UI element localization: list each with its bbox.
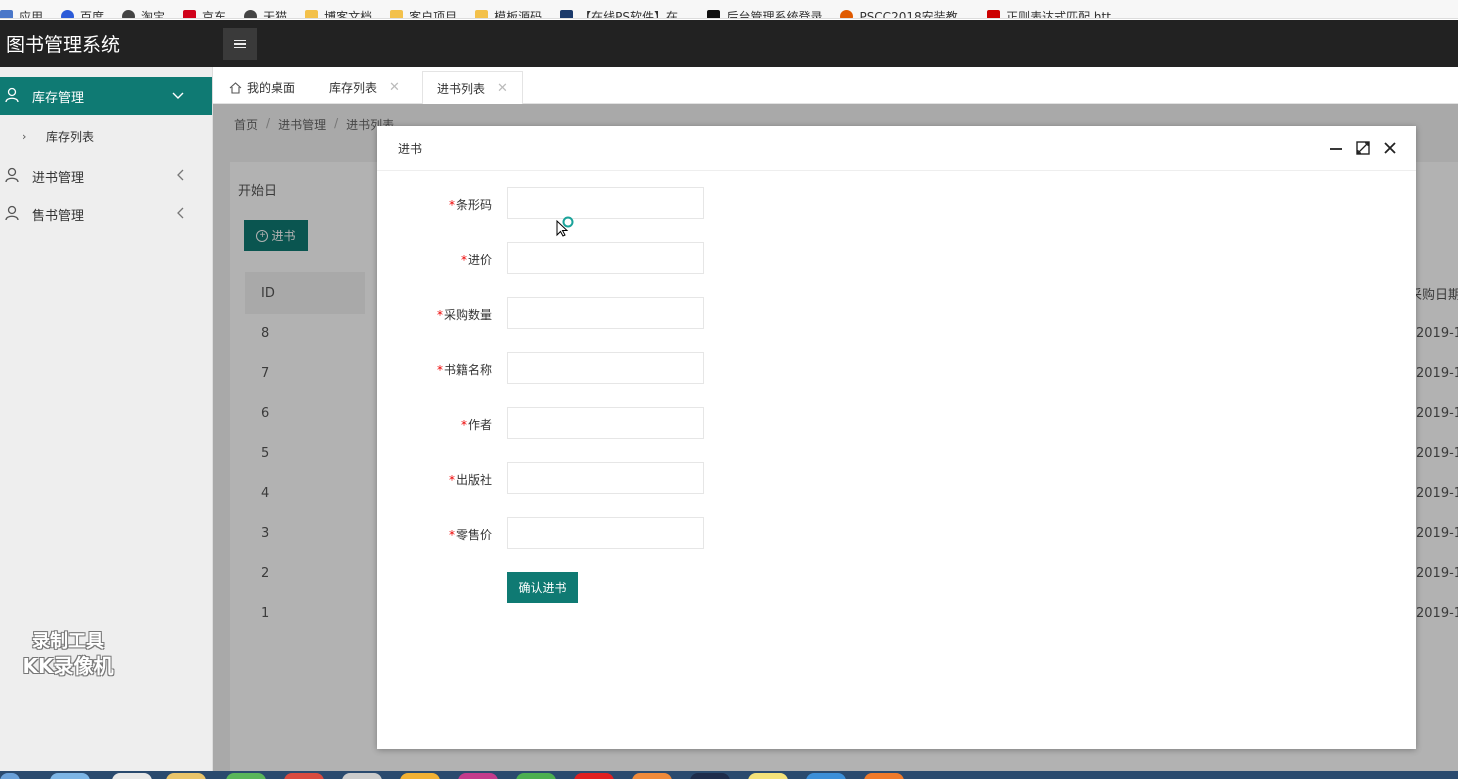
- jd-icon: [183, 10, 197, 18]
- publisher-label: *出版社: [448, 473, 492, 487]
- close-icon[interactable]: ✕: [389, 80, 400, 95]
- recorder-watermark: 录制工具 KK录像机: [22, 631, 114, 678]
- chevron-right-icon: ›: [22, 129, 27, 143]
- bookmark-taobao[interactable]: 淘宝: [122, 8, 165, 18]
- user-icon: [5, 205, 19, 221]
- folder-icon: [475, 10, 489, 18]
- bookmark-ps[interactable]: 【在线PS软件】在...: [560, 8, 689, 18]
- quantity-input[interactable]: [507, 297, 704, 329]
- barcode-input[interactable]: [507, 187, 704, 219]
- publisher-input[interactable]: [507, 462, 704, 494]
- home-icon: [707, 10, 721, 18]
- apps-icon: [0, 10, 13, 18]
- folder-icon: [390, 10, 404, 18]
- bookmark-apps[interactable]: 应用: [0, 8, 43, 18]
- bookmark-tmall[interactable]: 天猫: [244, 8, 287, 18]
- purchase-dialog: 进书 *条形码 *进价 *采购数量 *书籍名称 *作者 *出版社 *零售价 确认…: [377, 126, 1416, 749]
- globe-icon: [244, 10, 258, 18]
- sidebar-item-inventory[interactable]: 库存管理: [0, 77, 212, 115]
- taskbar-app-icon[interactable]: [112, 773, 152, 779]
- retail-price-input[interactable]: [507, 517, 704, 549]
- bookmarks-bar: 应用 百度 淘宝 京东 天猫 博客文档 客户项目 模板源码 【在线PS软件】在.…: [0, 0, 1458, 19]
- chevron-left-icon: [176, 207, 184, 222]
- minimize-icon[interactable]: [1328, 140, 1344, 156]
- taskbar-app-icon[interactable]: [458, 773, 498, 779]
- chevron-down-icon: [172, 89, 184, 103]
- taskbar-app-icon[interactable]: [226, 773, 266, 779]
- start-icon[interactable]: [0, 773, 20, 779]
- home-icon: [229, 81, 242, 94]
- bookmark-pscc[interactable]: PSCC2018安装教...: [840, 8, 969, 18]
- app-header: 图书管理系统: [0, 20, 1458, 67]
- taskbar-app-icon[interactable]: [574, 773, 614, 779]
- taskbar-app-icon[interactable]: [166, 773, 206, 779]
- form-row-publisher: *出版社: [377, 462, 777, 494]
- bookmark-regex[interactable]: 正则表达式匹配 htt...: [987, 8, 1122, 18]
- author-label: *作者: [460, 418, 492, 432]
- bookmark-templates[interactable]: 模板源码: [475, 8, 542, 18]
- bookmark-admin[interactable]: 后台管理系统登录: [707, 8, 822, 18]
- taskbar-app-icon[interactable]: [342, 773, 382, 779]
- purchase-price-label: *进价: [460, 253, 492, 267]
- close-icon[interactable]: ✕: [497, 81, 508, 96]
- sidebar-item-inventory-list[interactable]: › 库存列表: [0, 115, 212, 157]
- tab-bar: 我的桌面 库存列表 ✕ 进书列表 ✕: [213, 67, 1458, 104]
- form-row-quantity: *采购数量: [377, 297, 777, 329]
- sidebar-item-label: 库存列表: [46, 129, 95, 144]
- os-taskbar: [0, 771, 1458, 779]
- taskbar-app-icon[interactable]: [748, 773, 788, 779]
- tab-inventory-list[interactable]: 库存列表 ✕: [329, 71, 400, 104]
- purchase-price-input[interactable]: [507, 242, 704, 274]
- baidu-icon: [61, 10, 75, 18]
- taskbar-app-icon[interactable]: [632, 773, 672, 779]
- sidebar-item-label: 库存管理: [32, 90, 85, 106]
- app-title: 图书管理系统: [6, 34, 121, 56]
- taskbar-app-icon[interactable]: [50, 773, 90, 779]
- bookmark-jd[interactable]: 京东: [183, 8, 226, 18]
- bookmark-clients[interactable]: 客户项目: [390, 8, 457, 18]
- retail-price-label: *零售价: [448, 528, 492, 542]
- sidebar-item-purchase[interactable]: 进书管理: [0, 157, 212, 195]
- sidebar-item-label: 进书管理: [32, 170, 85, 186]
- sidebar-item-label: 售书管理: [32, 208, 85, 224]
- book-name-input[interactable]: [507, 352, 704, 384]
- folder-icon: [305, 10, 319, 18]
- taskbar-app-icon[interactable]: [806, 773, 846, 779]
- ps-icon: [560, 10, 574, 18]
- hamburger-icon[interactable]: [223, 28, 257, 60]
- bookmark-blog[interactable]: 博客文档: [305, 8, 372, 18]
- author-input[interactable]: [507, 407, 704, 439]
- dialog-title: 进书: [398, 142, 423, 156]
- taskbar-app-icon[interactable]: [400, 773, 440, 779]
- form-row-book-name: *书籍名称: [377, 352, 777, 384]
- user-icon: [5, 167, 19, 183]
- tab-purchase-list[interactable]: 进书列表 ✕: [422, 71, 523, 104]
- quantity-label: *采购数量: [436, 308, 492, 322]
- form-row-author: *作者: [377, 407, 777, 439]
- globe-icon: [122, 10, 136, 18]
- close-icon[interactable]: [1382, 140, 1398, 156]
- bookmark-baidu[interactable]: 百度: [61, 8, 104, 18]
- maximize-icon[interactable]: [1355, 140, 1371, 156]
- pscc-icon: [840, 10, 854, 18]
- form-row-retail-price: *零售价: [377, 517, 777, 549]
- cursor-icon: [556, 216, 574, 237]
- tab-desktop[interactable]: 我的桌面: [229, 71, 295, 104]
- barcode-label: *条形码: [448, 198, 492, 212]
- dialog-header: 进书: [377, 126, 1416, 171]
- form-row-purchase-price: *进价: [377, 242, 777, 274]
- taskbar-app-icon[interactable]: [864, 773, 904, 779]
- book-name-label: *书籍名称: [436, 363, 492, 377]
- taskbar-app-icon[interactable]: [690, 773, 730, 779]
- taskbar-app-icon[interactable]: [284, 773, 324, 779]
- sidebar-item-sales[interactable]: 售书管理: [0, 195, 212, 233]
- c-icon: [987, 10, 1001, 18]
- taskbar-app-icon[interactable]: [516, 773, 556, 779]
- chevron-left-icon: [176, 169, 184, 184]
- user-icon: [5, 87, 19, 103]
- confirm-purchase-button[interactable]: 确认进书: [507, 572, 578, 603]
